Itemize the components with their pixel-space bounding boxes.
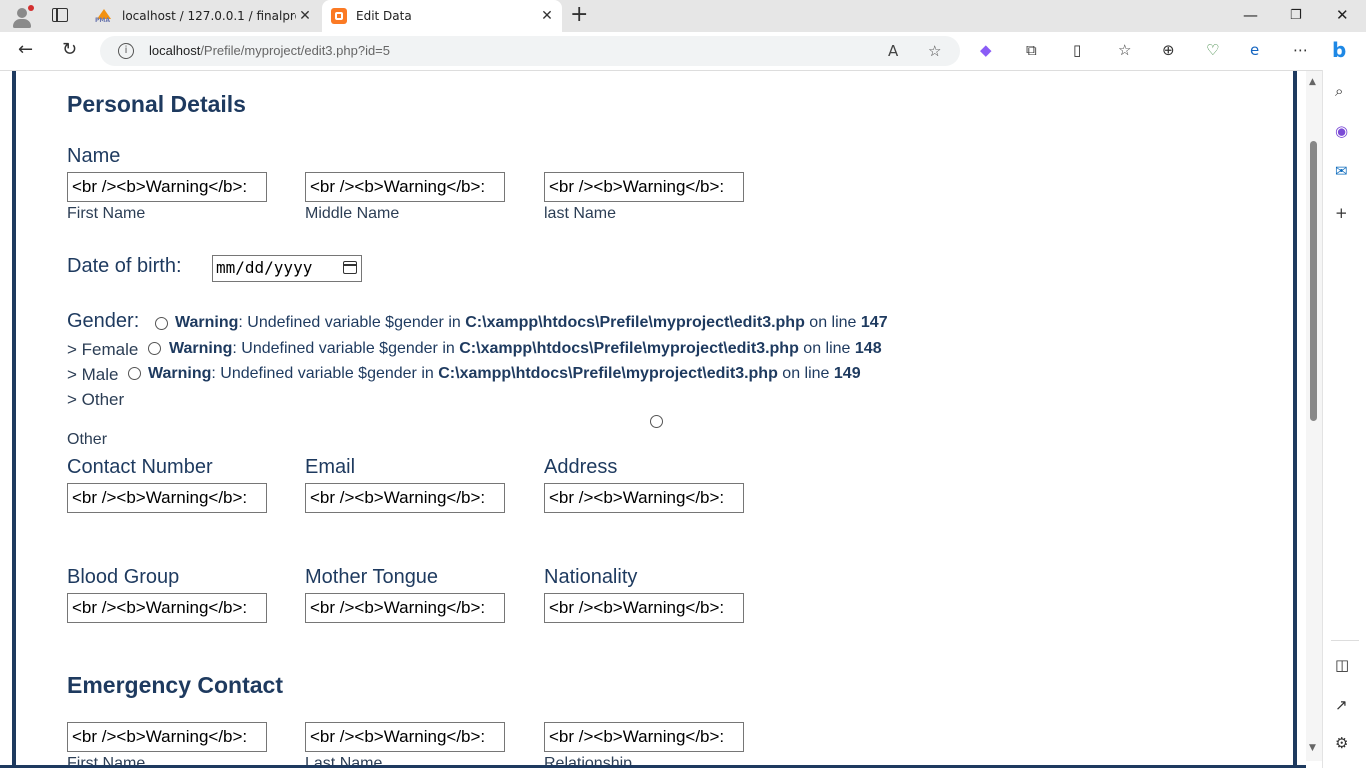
option-female-label: > Female	[67, 340, 139, 359]
emergency-contact-heading: Emergency Contact	[67, 672, 284, 698]
address-input[interactable]: <br /><b>Warning</b>:	[544, 483, 744, 513]
gender-radio-male[interactable]	[148, 342, 161, 355]
emergency-first-name-label: First Name	[67, 755, 146, 765]
contact-number-input[interactable]: <br /><b>Warning</b>:	[67, 483, 267, 513]
option-male-label: > Male	[67, 365, 119, 384]
tab-actions-icon[interactable]	[52, 8, 68, 22]
nationality-input[interactable]: <br /><b>Warning</b>:	[544, 593, 744, 623]
blood-group-label: Blood Group	[67, 566, 180, 588]
page-frame-left	[12, 71, 16, 765]
blood-group-input[interactable]: <br /><b>Warning</b>:	[67, 593, 267, 623]
tab-phpmyadmin[interactable]: localhost / 127.0.0.1 / finalproject ✕	[86, 0, 320, 32]
scrollbar-thumb[interactable]	[1310, 141, 1317, 421]
search-icon[interactable]: ⌕	[1335, 82, 1343, 100]
dob-input[interactable]: mm/dd/yyyy	[212, 255, 362, 282]
other-label: Other	[67, 431, 108, 448]
gender-radio-female[interactable]	[155, 317, 168, 330]
scroll-down-icon[interactable]: ▼	[1309, 743, 1316, 753]
minimize-icon[interactable]: —	[1243, 6, 1258, 24]
scrollbar[interactable]: ▲ ▼	[1306, 71, 1322, 761]
scroll-up-icon[interactable]: ▲	[1309, 77, 1316, 87]
more-menu-icon[interactable]: ⋯	[1293, 41, 1308, 59]
emergency-last-name-label: Last Name	[305, 755, 383, 765]
url-text[interactable]: localhost/Prefile/myproject/edit3.php?id…	[149, 43, 390, 58]
tab-bar: localhost / 127.0.0.1 / finalproject ✕ E…	[0, 0, 1366, 32]
new-tab-icon[interactable]: +	[570, 4, 588, 26]
info-icon[interactable]: i	[118, 43, 134, 59]
divider	[1331, 640, 1359, 641]
personal-details-heading: Personal Details	[67, 91, 246, 117]
favorites-icon[interactable]: ☆	[1118, 41, 1131, 59]
favorite-star-icon[interactable]: ☆	[928, 42, 941, 60]
contact-number-label: Contact Number	[67, 456, 213, 478]
php-warning-148: Warning: Undefined variable $gender in C…	[169, 340, 882, 357]
dob-placeholder: mm/dd/yyyy	[216, 258, 313, 277]
read-aloud-icon[interactable]: A	[888, 42, 898, 60]
xampp-icon	[331, 8, 347, 24]
outlook-icon[interactable]: ✉	[1335, 162, 1348, 180]
tab-title: localhost / 127.0.0.1 / finalproject	[122, 9, 296, 23]
profile-icon[interactable]	[10, 5, 34, 29]
edge-sidebar: ⌕ ◉ ✉ + ◫ ↗ ⚙	[1322, 70, 1366, 768]
first-name-input[interactable]: <br /><b>Warning</b>:	[67, 172, 267, 202]
name-label: Name	[67, 145, 121, 167]
email-input[interactable]: <br /><b>Warning</b>:	[305, 483, 505, 513]
split-screen-icon[interactable]: ▯	[1073, 41, 1081, 59]
dob-label: Date of birth:	[67, 255, 182, 277]
mother-tongue-input[interactable]: <br /><b>Warning</b>:	[305, 593, 505, 623]
close-tab-icon[interactable]: ✕	[296, 8, 314, 24]
collections-icon[interactable]: ⊕	[1162, 41, 1175, 59]
middle-name-input[interactable]: <br /><b>Warning</b>:	[305, 172, 505, 202]
first-name-label: First Name	[67, 205, 146, 222]
nationality-label: Nationality	[544, 566, 638, 588]
php-warning-149: Warning: Undefined variable $gender in C…	[148, 365, 861, 382]
mother-tongue-label: Mother Tongue	[305, 566, 439, 588]
emergency-first-name-input[interactable]: <br /><b>Warning</b>:	[67, 722, 267, 752]
back-icon[interactable]: ←	[18, 40, 33, 60]
refresh-icon[interactable]: ↻	[62, 40, 77, 60]
open-external-icon[interactable]: ↗	[1335, 696, 1348, 714]
tab-edit-data[interactable]: Edit Data ✕	[322, 0, 562, 32]
restore-icon[interactable]: ❐	[1290, 8, 1302, 23]
gender-radio-extra[interactable]	[650, 415, 663, 428]
url-field[interactable]: i localhost/Prefile/myproject/edit3.php?…	[100, 36, 960, 66]
hide-sidebar-icon[interactable]: ◫	[1335, 656, 1349, 674]
gender-radio-other[interactable]	[128, 367, 141, 380]
emergency-relationship-input[interactable]: <br /><b>Warning</b>:	[544, 722, 744, 752]
extensions-icon[interactable]: ⧉	[1026, 41, 1037, 59]
gender-label: Gender:	[67, 310, 140, 332]
edge-bar-icon[interactable]: e	[1250, 41, 1259, 59]
option-other-label: > Other	[67, 390, 125, 409]
middle-name-label: Middle Name	[305, 205, 400, 222]
last-name-input[interactable]: <br /><b>Warning</b>:	[544, 172, 744, 202]
copilot-icon[interactable]: ◆	[980, 41, 992, 59]
phpmyadmin-icon	[95, 9, 113, 24]
tab-title: Edit Data	[356, 9, 412, 23]
settings-gear-icon[interactable]: ⚙	[1335, 734, 1348, 752]
performance-icon[interactable]: ♡	[1206, 41, 1219, 59]
page-frame-right	[1293, 71, 1297, 765]
add-icon[interactable]: +	[1335, 204, 1348, 222]
emergency-last-name-input[interactable]: <br /><b>Warning</b>:	[305, 722, 505, 752]
office-icon[interactable]: ◉	[1335, 122, 1348, 140]
php-warning-147: Warning: Undefined variable $gender in C…	[175, 314, 888, 331]
last-name-label: last Name	[544, 205, 617, 222]
email-label: Email	[305, 456, 356, 478]
address-label: Address	[544, 456, 618, 478]
emergency-relationship-label: Relationship	[544, 755, 633, 765]
close-window-icon[interactable]: ✕	[1336, 6, 1349, 24]
calendar-icon[interactable]	[343, 261, 357, 274]
clipped-labels-row: First Name Last Name Relationship	[0, 755, 1306, 765]
bing-icon[interactable]: b	[1332, 38, 1346, 62]
close-tab-icon[interactable]: ✕	[538, 8, 556, 24]
